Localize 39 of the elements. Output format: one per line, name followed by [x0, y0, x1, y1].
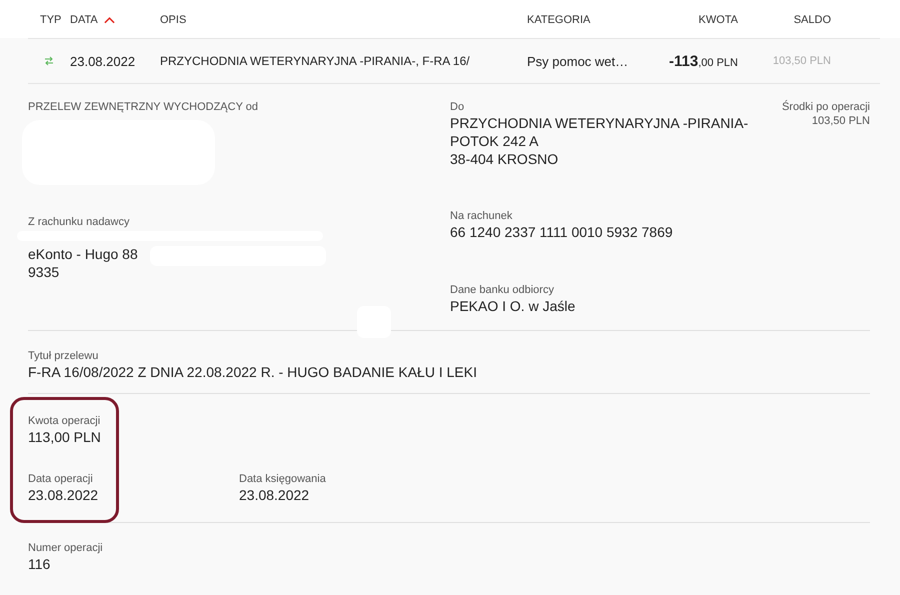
field-value: 23.08.2022 [28, 486, 98, 504]
balance-after-value: 103,50 PLN [810, 114, 870, 128]
column-header[interactable]: KWOTA [698, 14, 738, 26]
column-header[interactable]: KATEGORIA [527, 14, 590, 26]
field-value: F-RA 16/08/2022 Z DNIA 22.08.2022 R. - HUGO BADANIE KAŁU I LEKI [28, 363, 477, 381]
field-value: 113,00 PLN [28, 428, 101, 446]
field-value: 38-404 KROSNO [450, 150, 558, 168]
field-label: Numer operacji [28, 541, 103, 555]
transfer-arrows-icon [44, 56, 54, 66]
column-header[interactable]: DATA [70, 14, 98, 26]
field-label: Dane banku odbiorcy [450, 283, 554, 297]
balance-text: 103,50 PLN [772, 55, 831, 67]
date-text: 23.08.2022 [70, 54, 136, 68]
field-value: PEKAO I O. w Jaśle [450, 297, 576, 315]
field-label: Kwota operacji [28, 414, 100, 428]
field-value: 9335 [28, 263, 60, 281]
category-text: Psy pomoc wet… [527, 54, 628, 68]
field-label: Na rachunek [450, 209, 512, 223]
field-label: Do [450, 100, 464, 114]
sort-up-icon[interactable] [104, 16, 115, 24]
field-value: POTOK 242 A [450, 132, 538, 150]
field-value: eKonto - Hugo 88 [28, 245, 138, 263]
field-label: Data operacji [28, 472, 93, 486]
field-value: PRZYCHODNIA WETERYNARYJNA -PIRANIA- [450, 114, 748, 132]
field-label: Data księgowania [239, 472, 326, 486]
field-label: Z rachunku nadawcy [28, 215, 130, 229]
description-text: PRZYCHODNIA WETERYNARYJNA -PIRANIA-, F-RA 16/ [160, 54, 470, 68]
column-header[interactable]: TYP [40, 14, 62, 26]
balance-after-label: Środki po operacji [782, 100, 870, 114]
column-header[interactable]: OPIS [160, 14, 186, 26]
field-value: 66 1240 2337 1111 0010 5932 7869 [450, 223, 673, 241]
amount-text: -113,00 PLN [669, 52, 738, 70]
field-label: Tytuł przelewu [28, 349, 98, 363]
field-value: 116 [28, 555, 50, 573]
redaction-mark [357, 306, 391, 338]
column-header[interactable]: SALDO [794, 14, 831, 26]
transfer-type-label: PRZELEW ZEWNĘTRZNY WYCHODZĄCY od [28, 100, 260, 114]
field-value: 23.08.2022 [239, 486, 310, 504]
table-row[interactable]: 23.08.2022 PRZYCHODNIA WETERYNARYJNA -PIRANIA-, F-RA 16/ Psy pomoc wet… -113,00 PLN 103,50 PLN [28, 38, 880, 84]
